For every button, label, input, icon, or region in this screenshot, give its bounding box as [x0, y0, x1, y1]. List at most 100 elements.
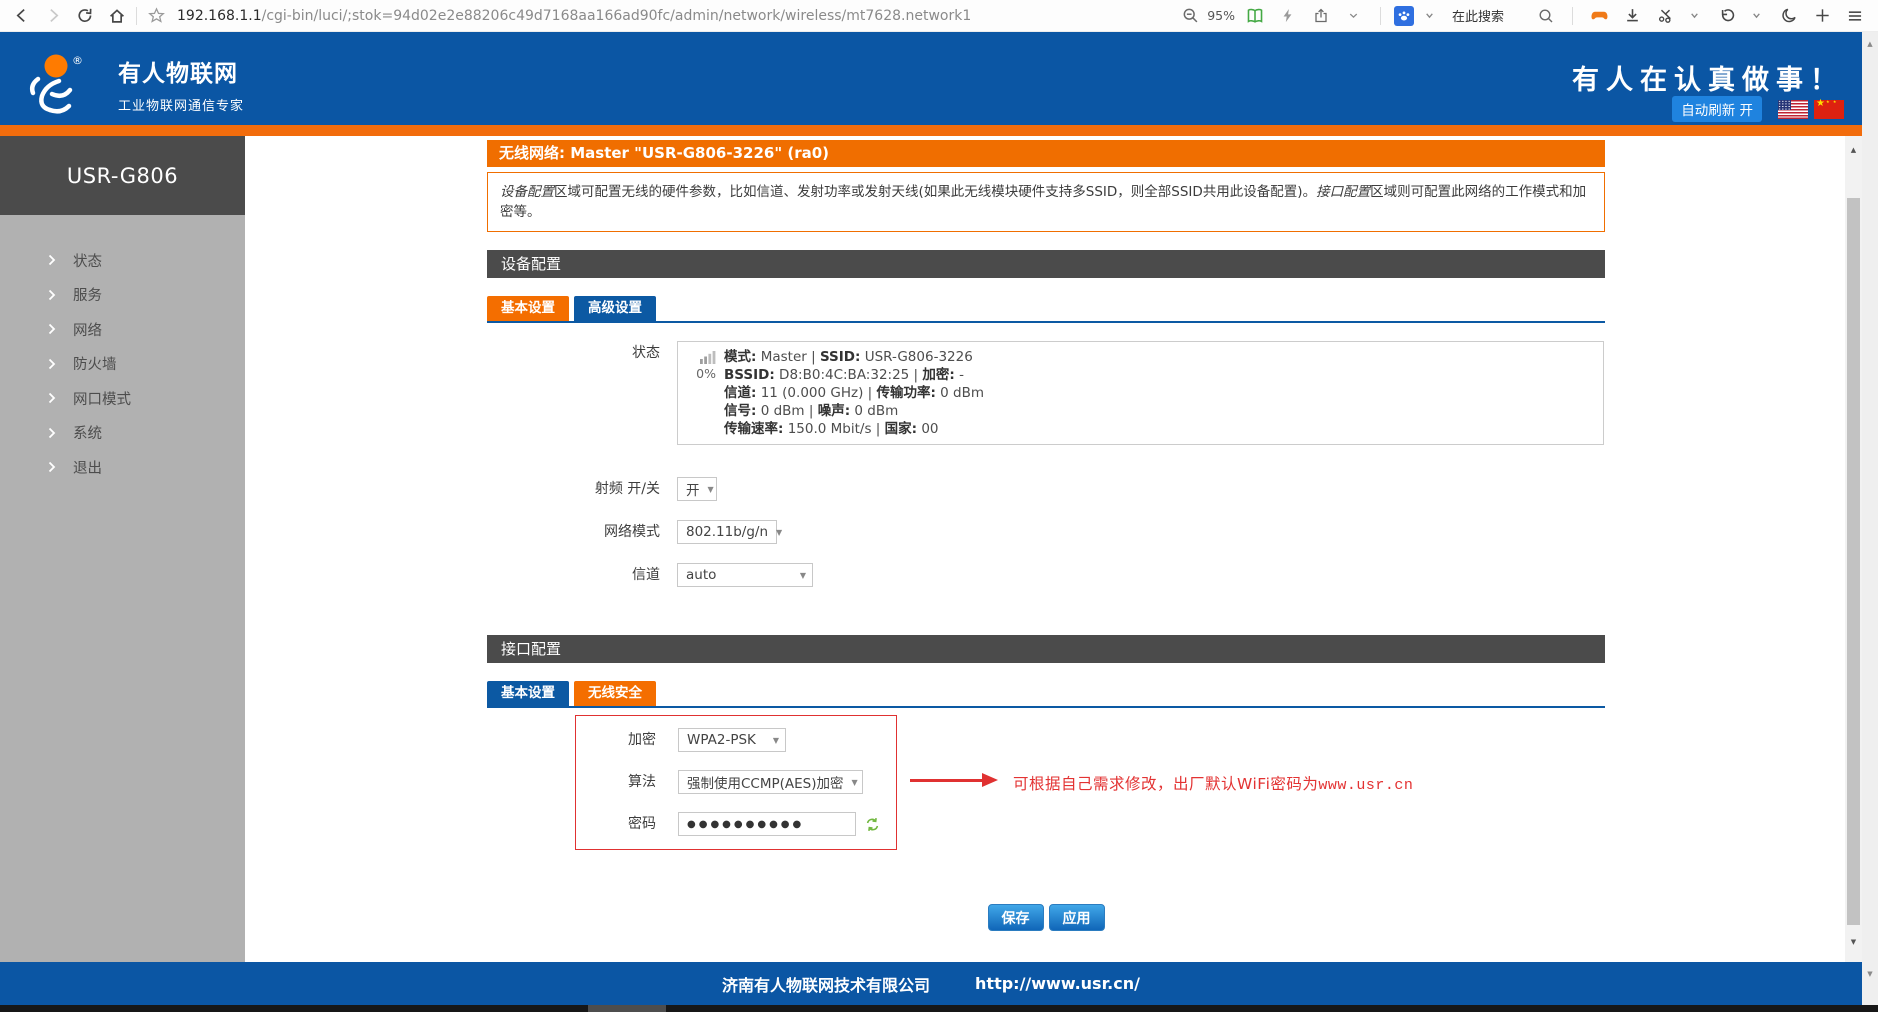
zoom-level[interactable]: 95% [1207, 8, 1235, 23]
select-caret-icon: ▼ [773, 736, 779, 745]
radio-onoff-select[interactable]: 开▼ [677, 477, 717, 501]
tab-basic-settings[interactable]: 基本设置 [487, 296, 569, 321]
address-bar[interactable]: 192.168.1.1/cgi-bin/luci/;stok=94d02e2e8… [177, 8, 1177, 24]
browser-scrollbar[interactable]: ▲ ▼ [1862, 32, 1878, 1005]
wifi-password-input[interactable]: ●●●●●●●●●● [678, 812, 856, 836]
form-row: 信道 auto▼ [487, 563, 1605, 587]
sidebar-item-status[interactable]: 状态 [0, 243, 245, 278]
description-segment: 设备配置 [500, 184, 554, 200]
scroll-up-icon[interactable]: ▲ [1845, 146, 1862, 154]
chevron-right-icon [48, 461, 56, 473]
sidebar-item-label: 退出 [73, 457, 102, 478]
toolbar-divider [1572, 7, 1573, 25]
download-icon[interactable] [1619, 3, 1645, 29]
sidebar-item-label: 系统 [73, 422, 102, 443]
sidebar-item-services[interactable]: 服务 [0, 278, 245, 313]
sidebar-item-system[interactable]: 系统 [0, 416, 245, 451]
status-line: 模式: Master | SSID: USR-G806-3226 [724, 348, 984, 366]
sidebar-item-network[interactable]: 网络 [0, 312, 245, 347]
annotation-arrow [910, 779, 982, 782]
footer-company: 济南有人物联网技术有限公司 [722, 972, 930, 996]
chevron-down-icon[interactable] [1341, 3, 1367, 29]
search-icon[interactable] [1533, 3, 1559, 29]
sidebar: USR-G806 状态 服务 网络 防火墙 网口模式 系统 [0, 136, 245, 962]
sidebar-item-label: 网络 [73, 319, 102, 340]
url-domain: 192.168.1.1 [177, 8, 262, 24]
chevron-right-icon [48, 254, 56, 266]
toolbar-divider [1380, 7, 1381, 25]
status-label: 状态 [487, 341, 660, 365]
search-engine-paw-icon[interactable] [1394, 6, 1414, 26]
registered-mark: ® [72, 54, 83, 67]
toolbar-divider [136, 7, 137, 25]
channel-select[interactable]: auto▼ [677, 563, 813, 587]
encryption-select[interactable]: WPA2-PSK▼ [678, 728, 786, 752]
tab-basic-settings[interactable]: 基本设置 [487, 681, 569, 706]
refresh-icon[interactable] [72, 3, 98, 29]
new-tab-icon[interactable] [1809, 3, 1835, 29]
sidebar-item-label: 网口模式 [73, 388, 131, 409]
home-icon[interactable] [104, 3, 130, 29]
chevron-right-icon [48, 358, 56, 370]
search-engine-caret-icon[interactable] [1417, 3, 1443, 29]
scrollbar-thumb[interactable] [1847, 198, 1860, 925]
browser-action-icons: 95% 在此搜索 [1177, 3, 1878, 29]
screenshot-scissors-icon[interactable] [1652, 3, 1678, 29]
footer-url[interactable]: http://www.usr.cn/ [975, 974, 1140, 993]
sidebar-item-firewall[interactable]: 防火墙 [0, 347, 245, 382]
screenshot-caret-icon[interactable] [1681, 3, 1707, 29]
select-caret-icon: ▼ [708, 485, 714, 494]
share-icon[interactable] [1308, 3, 1334, 29]
header-orange-strip [0, 125, 1862, 136]
form-row: 射频 开/关 开▼ [487, 477, 1605, 501]
tab-wireless-security[interactable]: 无线安全 [574, 681, 656, 706]
interface-config-tabs: 基本设置 无线安全 [487, 681, 1605, 708]
security-highlight-box: 加密 WPA2-PSK▼ 算法 强制使用CCMP(AES)加密▼ [575, 715, 897, 850]
page-scrollbar[interactable]: ▲ ▼ [1845, 136, 1862, 962]
flash-icon[interactable] [1275, 3, 1301, 29]
undo-icon[interactable] [1714, 3, 1740, 29]
network-mode-select[interactable]: 802.11b/g/n▼ [677, 520, 777, 544]
zoom-out-icon[interactable] [1177, 3, 1203, 29]
page-title: 无线网络: Master "USR-G806-3226" (ra0) [487, 140, 1605, 167]
status-line: BSSID: D8:B0:4C:BA:32:25 | 加密: - [724, 366, 984, 384]
undo-caret-icon[interactable] [1743, 3, 1769, 29]
scroll-down-icon[interactable]: ▼ [1862, 970, 1878, 978]
status-row: 状态 0% 模式: Master | SSID: USR-G806-3226 B… [487, 341, 1605, 445]
night-mode-icon[interactable] [1776, 3, 1802, 29]
form-row: 加密 WPA2-PSK▼ [576, 728, 896, 753]
reading-mode-icon[interactable] [1242, 3, 1268, 29]
forward-icon[interactable] [40, 3, 66, 29]
page-description: 设备配置区域可配置无线的硬件参数，比如信道、发射功率或发射天线(如果此无线模块硬… [487, 172, 1605, 232]
site-header: ® 有人物联网 工业物联网通信专家 有人在认真做事！ 自动刷新 开 [0, 32, 1862, 125]
back-icon[interactable] [8, 3, 34, 29]
usr-logo-icon: ® [26, 52, 102, 116]
signal-strength-icon [700, 351, 716, 364]
sidebar-item-logout[interactable]: 退出 [0, 450, 245, 485]
screen: 192.168.1.1/cgi-bin/luci/;stok=94d02e2e8… [0, 0, 1878, 1012]
bookmark-star-icon[interactable] [143, 3, 169, 29]
taskbar-edge [0, 1005, 1878, 1012]
tab-advanced-settings[interactable]: 高级设置 [574, 296, 656, 321]
us-flag-icon[interactable] [1778, 100, 1808, 119]
sidebar-item-port-mode[interactable]: 网口模式 [0, 381, 245, 416]
annotation-note: 可根据自己需求修改，出厂默认WiFi密码为 [1013, 775, 1318, 793]
cipher-select[interactable]: 强制使用CCMP(AES)加密▼ [678, 770, 863, 794]
chevron-right-icon [48, 323, 56, 335]
save-button[interactable]: 保存 [988, 904, 1044, 931]
auto-refresh-toggle[interactable]: 自动刷新 开 [1672, 96, 1762, 122]
channel-label: 信道 [487, 563, 660, 587]
apply-button[interactable]: 应用 [1049, 904, 1105, 931]
scroll-up-icon[interactable]: ▲ [1862, 40, 1878, 48]
menu-icon[interactable] [1842, 3, 1868, 29]
password-label: 密码 [576, 812, 656, 837]
search-here-label[interactable]: 在此搜索 [1452, 6, 1504, 25]
device-config-section-header: 设备配置 [487, 250, 1605, 278]
cn-flag-icon[interactable] [1814, 100, 1844, 119]
wireless-status-box: 0% 模式: Master | SSID: USR-G806-3226 BSSI… [677, 341, 1604, 445]
games-icon[interactable] [1586, 3, 1612, 29]
scroll-down-icon[interactable]: ▼ [1845, 938, 1862, 946]
form-row: 算法 强制使用CCMP(AES)加密▼ [576, 770, 896, 795]
main-content: 无线网络: Master "USR-G806-3226" (ra0) 设备配置区… [245, 136, 1845, 962]
reveal-password-icon[interactable] [865, 817, 880, 832]
